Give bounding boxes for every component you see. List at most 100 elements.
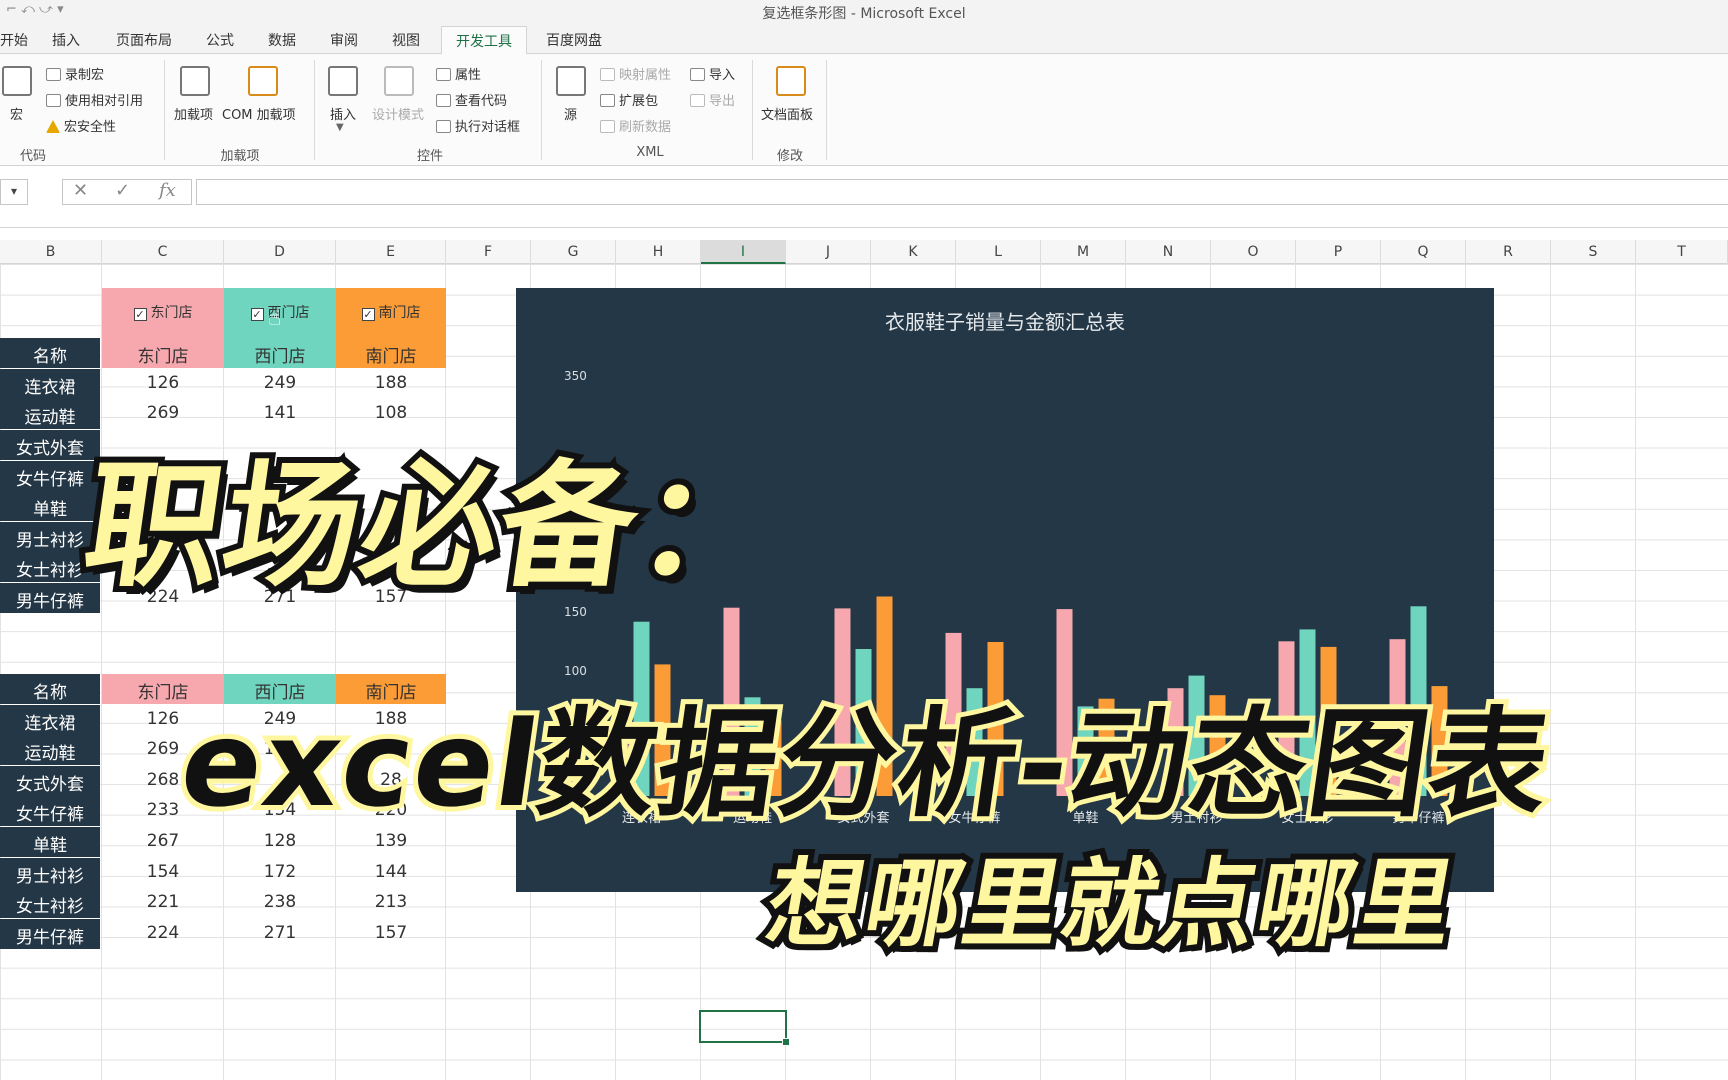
column-header[interactable]: E [336, 240, 446, 264]
group-separator [752, 60, 753, 160]
com-addin-button[interactable]: COM 加载项 [222, 104, 296, 123]
table-cell[interactable]: 126 [102, 369, 224, 399]
table-cell[interactable]: 224 [102, 919, 224, 949]
table-header-cell[interactable]: 南门店 [336, 338, 446, 368]
relative-reference-button[interactable]: 使用相对引用 [46, 90, 143, 109]
addin-button[interactable]: 加载项 [174, 104, 213, 123]
column-header[interactable]: R [1466, 240, 1551, 264]
table-cell[interactable]: 172 [224, 858, 336, 888]
table-cell[interactable]: 249 [224, 369, 336, 399]
xml-source-button[interactable]: 源 [564, 104, 577, 123]
macro-button[interactable]: 宏 [10, 104, 23, 123]
column-header[interactable]: G [531, 240, 616, 264]
export-button[interactable]: 导出 [690, 90, 735, 109]
com-addin-icon [248, 66, 278, 96]
refresh-icon [600, 120, 615, 133]
column-header-selected[interactable]: I [701, 240, 786, 264]
column-header[interactable]: P [1296, 240, 1381, 264]
run-dialog-button[interactable]: 执行对话框 [436, 116, 520, 135]
design-mode-button[interactable]: 设计模式 [372, 104, 424, 123]
record-macro-button[interactable]: 录制宏 [46, 64, 104, 83]
column-header[interactable]: B [0, 240, 102, 264]
column-header[interactable]: Q [1381, 240, 1466, 264]
table-row-name[interactable]: 女式外套 [0, 430, 100, 460]
name-box-dropdown[interactable]: ▾ [0, 179, 28, 205]
column-header[interactable]: L [956, 240, 1041, 264]
table-row-name[interactable]: 运动鞋 [0, 735, 100, 765]
group-label-addins: 加载项 [220, 149, 260, 164]
properties-button[interactable]: 属性 [436, 64, 481, 83]
table-cell[interactable]: 157 [336, 919, 446, 949]
table-cell[interactable]: 271 [224, 919, 336, 949]
column-header[interactable]: N [1126, 240, 1211, 264]
table-header-cell[interactable]: 东门店 [102, 338, 224, 368]
table-cell[interactable]: 154 [102, 858, 224, 888]
column-header[interactable]: J [786, 240, 871, 264]
table-header-cell[interactable]: 名称 [0, 674, 100, 704]
confirm-icon[interactable]: ✓ [115, 180, 130, 201]
design-mode-icon [384, 66, 414, 96]
tab-baidu-netdisk[interactable]: 百度网盘 [546, 30, 602, 50]
document-panel-button[interactable]: 文档面板 [761, 104, 813, 123]
table-cell[interactable]: 188 [336, 369, 446, 399]
table-cell[interactable]: 238 [224, 888, 336, 918]
tab-formulas[interactable]: 公式 [206, 30, 234, 50]
table-header-cell[interactable]: 西门店 [224, 338, 336, 368]
group-label-modify: 修改 [776, 149, 803, 164]
selected-cell[interactable] [699, 1010, 790, 1046]
table-row-name[interactable]: 连衣裙 [0, 705, 100, 735]
export-icon [690, 94, 705, 107]
checkbox-icon: ✓ [361, 308, 375, 321]
import-button[interactable]: 导入 [690, 64, 735, 83]
macro-security-button[interactable]: 宏安全性 [46, 116, 116, 135]
column-header[interactable]: S [1551, 240, 1636, 264]
formula-input[interactable] [196, 179, 1728, 205]
group-label-controls: 控件 [416, 149, 443, 164]
xml-source-icon [556, 66, 586, 96]
table-row-name[interactable]: 运动鞋 [0, 399, 100, 429]
insert-function-icon[interactable]: fx [159, 180, 176, 201]
column-header[interactable]: D [224, 240, 336, 264]
group-label-code: 代码 [19, 149, 46, 164]
tab-data[interactable]: 数据 [268, 30, 296, 50]
expansion-pack-button[interactable]: 扩展包 [600, 90, 658, 109]
checkbox-south[interactable]: ✓ 南门店 [336, 288, 446, 338]
table-cell[interactable]: 213 [336, 888, 446, 918]
formula-bar: ▾ ✕ ✓ fx [0, 166, 1728, 228]
column-header[interactable]: H [616, 240, 701, 264]
column-header[interactable]: O [1211, 240, 1296, 264]
group-separator [826, 60, 827, 160]
tab-developer[interactable]: 开发工具 [441, 26, 527, 55]
insert-control-button[interactable]: 插入 [330, 104, 356, 123]
column-header[interactable]: F [446, 240, 531, 264]
column-header[interactable]: K [871, 240, 956, 264]
table-row-name[interactable]: 女式外套 [0, 766, 100, 796]
tab-page-layout[interactable]: 页面布局 [116, 30, 172, 50]
cancel-icon[interactable]: ✕ [73, 180, 88, 201]
table-row-name[interactable]: 连衣裙 [0, 369, 100, 399]
macro-icon[interactable] [2, 66, 32, 96]
table-row-name[interactable]: 男牛仔裤 [0, 919, 100, 949]
record-icon [46, 68, 61, 81]
table-cell[interactable]: 144 [336, 858, 446, 888]
column-header[interactable]: T [1636, 240, 1728, 264]
table-cell[interactable]: 221 [102, 888, 224, 918]
checkbox-icon: ✓ [133, 308, 147, 321]
table-row-name[interactable]: 单鞋 [0, 491, 100, 521]
checkbox-east[interactable]: ✓ 东门店 [102, 288, 224, 338]
tab-home[interactable]: 开始 [0, 30, 28, 50]
map-properties-button[interactable]: 映射属性 [600, 64, 671, 83]
table-header-cell[interactable]: 名称 [0, 338, 100, 368]
table-row-name[interactable]: 单鞋 [0, 827, 100, 857]
table-row-name[interactable]: 男士衬衫 [0, 858, 100, 888]
tab-view[interactable]: 视图 [392, 30, 420, 50]
table-row-name[interactable]: 女牛仔裤 [0, 461, 100, 491]
refresh-data-button[interactable]: 刷新数据 [600, 116, 671, 135]
column-header[interactable]: C [102, 240, 224, 264]
tab-insert[interactable]: 插入 [52, 30, 80, 50]
table-row-name[interactable]: 女士衬衫 [0, 888, 100, 918]
tab-review[interactable]: 审阅 [330, 30, 358, 50]
table-row-name[interactable]: 女牛仔裤 [0, 796, 100, 826]
view-code-button[interactable]: 查看代码 [436, 90, 507, 109]
column-header[interactable]: M [1041, 240, 1126, 264]
